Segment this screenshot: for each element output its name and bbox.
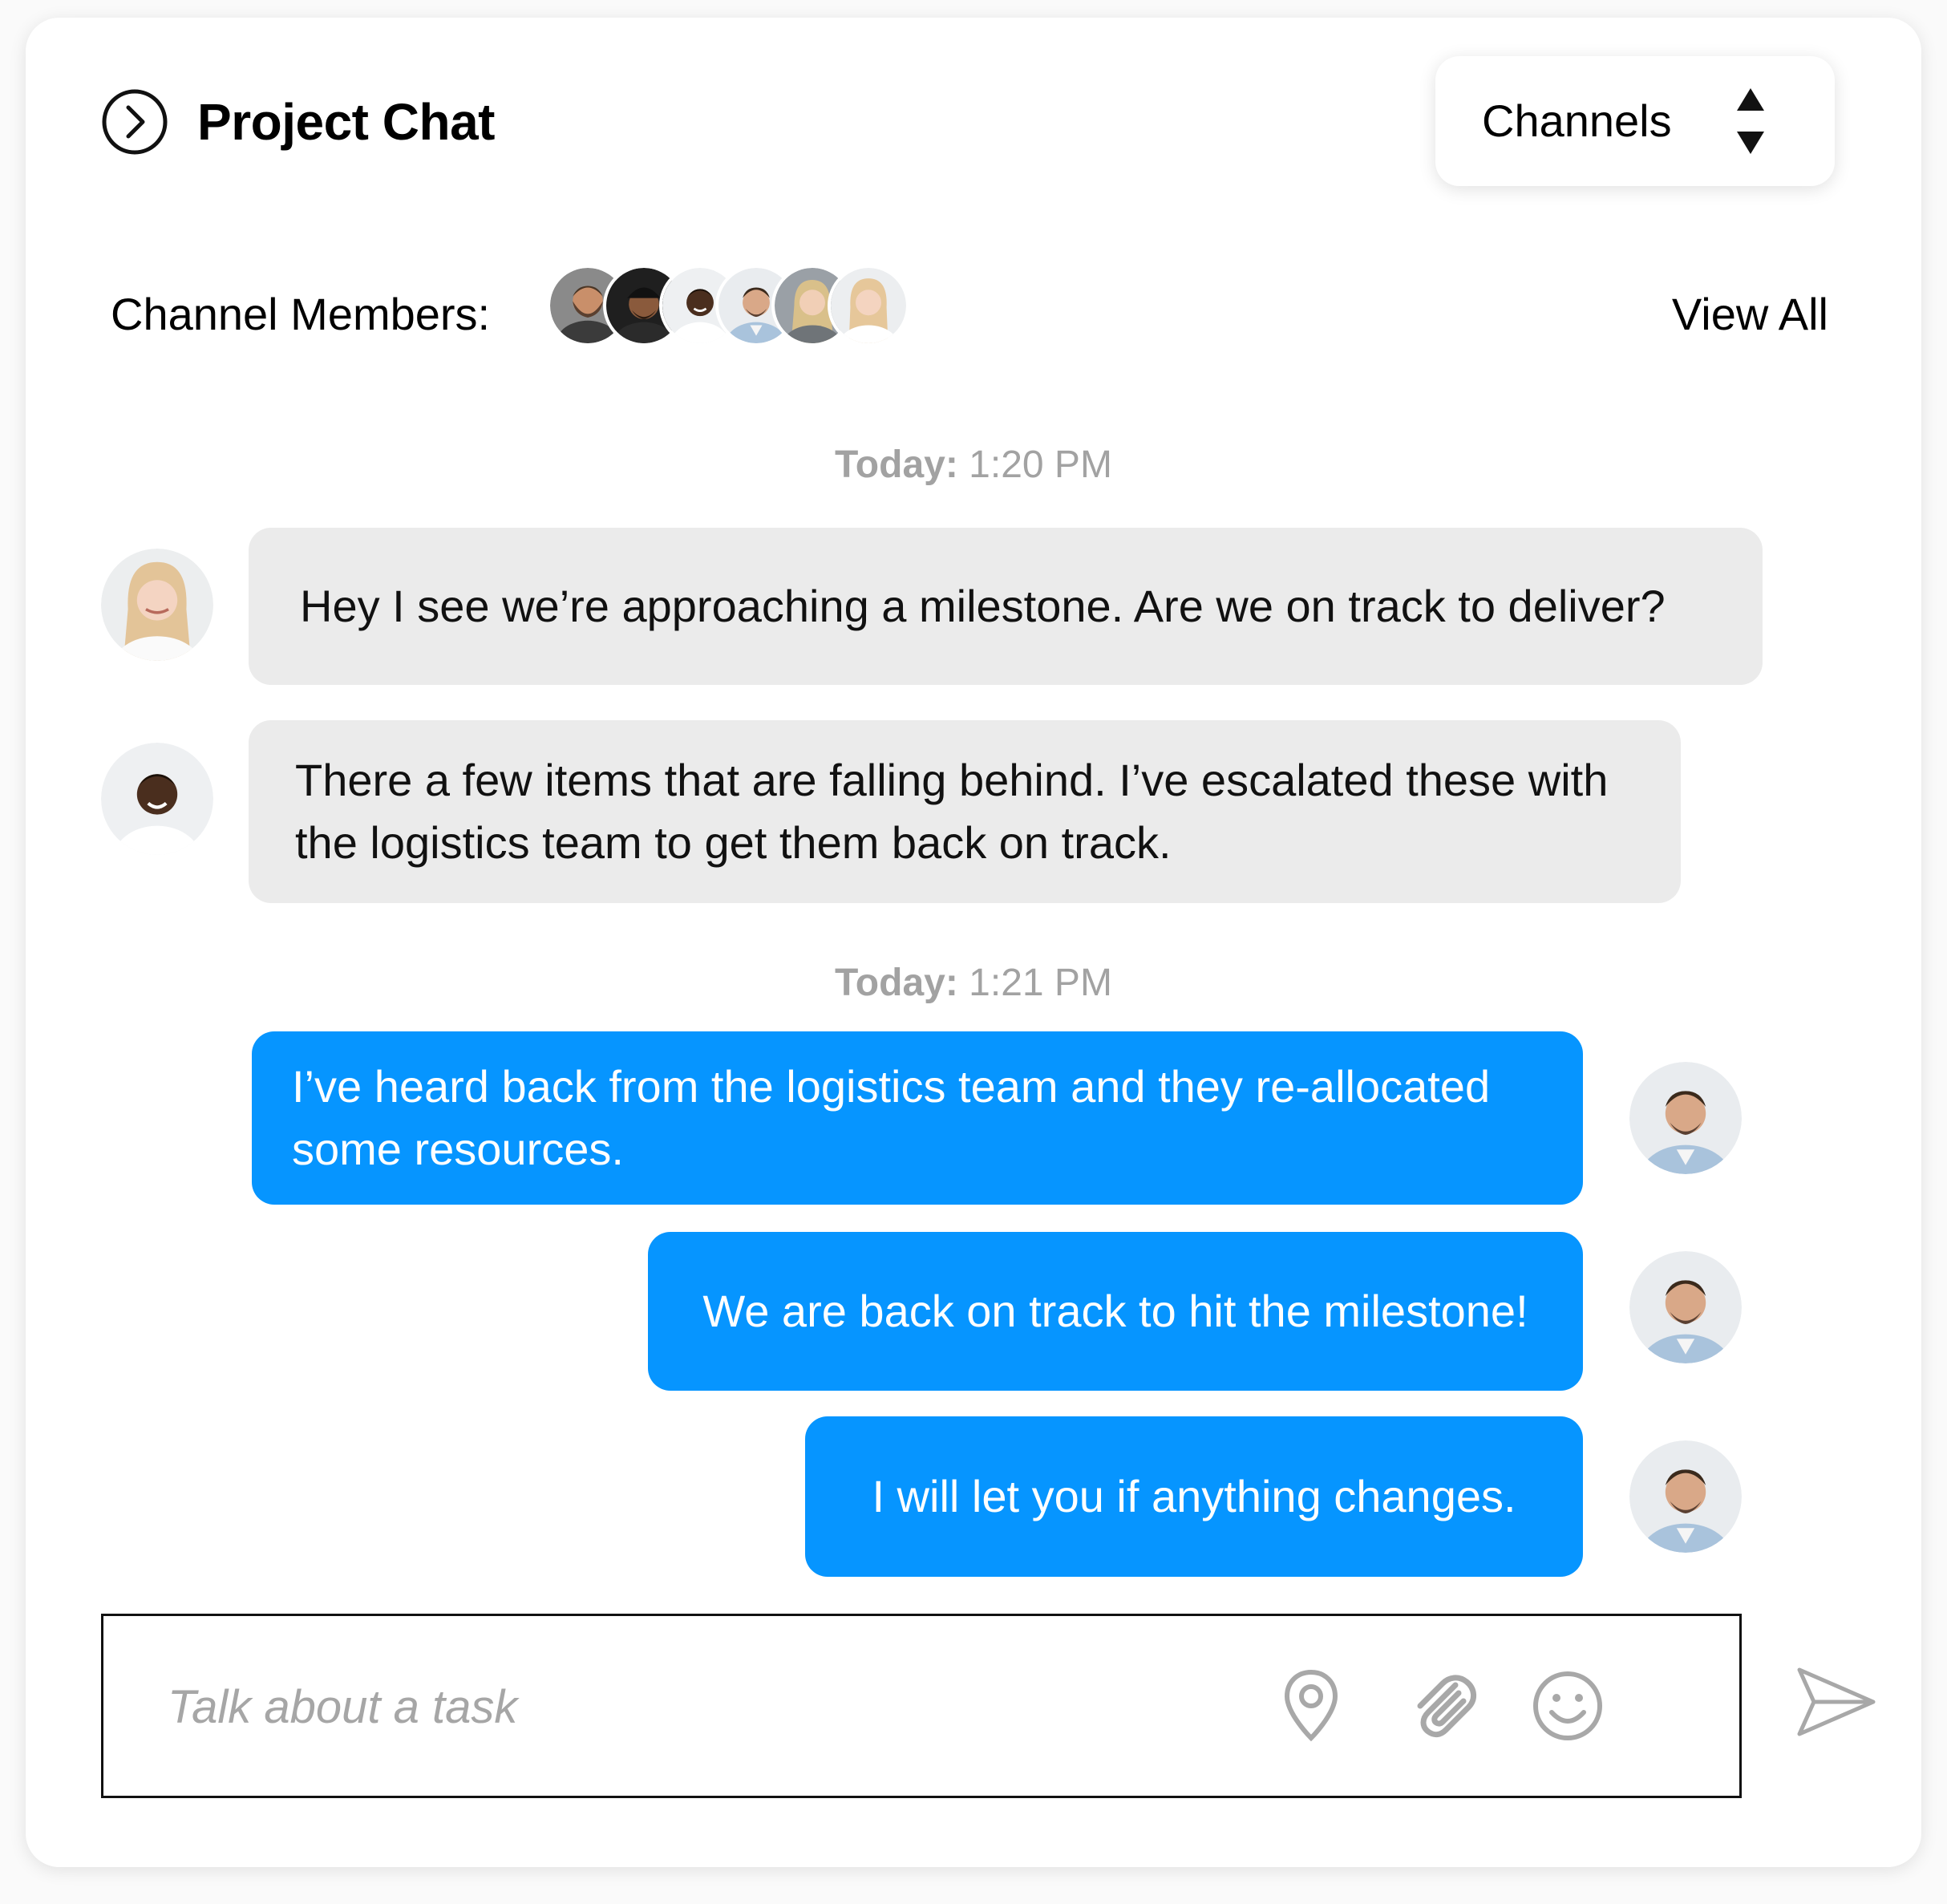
message-composer [101,1614,1742,1798]
timestamp: Today: 1:20 PM [26,443,1921,487]
message-text: We are back on track to hit the mileston… [702,1286,1528,1336]
message-text: There a few items that are falling behin… [295,755,1609,868]
timestamp-prefix: Today: [835,444,958,486]
message-text: I will let you if anything changes. [872,1471,1516,1521]
woman-blonde-avatar[interactable] [101,549,213,661]
message-text: Hey I see we’re approaching a milestone.… [300,581,1666,631]
channel-members-label: Channel Members: [111,289,491,339]
channel-members-avatars[interactable] [547,265,932,346]
message-bubble-outgoing[interactable]: I’ve heard back from the logistics team … [252,1031,1583,1205]
timestamp-prefix: Today: [835,962,958,1004]
man-shirt-avatar[interactable] [1629,1251,1742,1363]
timestamp: Today: 1:21 PM [26,961,1921,1005]
message-bubble-incoming[interactable]: There a few items that are falling behin… [249,720,1681,903]
smiley-icon[interactable] [1523,1661,1613,1751]
send-icon[interactable] [1795,1660,1878,1744]
man-smile-avatar[interactable] [101,743,213,855]
message-bubble-outgoing[interactable]: We are back on track to hit the mileston… [648,1232,1583,1391]
chat-panel: Project Chat Channels Channel Members: V… [26,18,1921,1867]
channels-dropdown[interactable]: Channels [1435,56,1835,186]
message-bubble-outgoing[interactable]: I will let you if anything changes. [805,1416,1583,1577]
location-pin-icon[interactable] [1266,1661,1356,1751]
woman-fair-avatar [828,265,909,346]
timestamp-time: 1:20 PM [969,444,1112,486]
sort-arrows-icon [1737,88,1764,154]
channels-label: Channels [1482,95,1672,146]
page-title: Project Chat [197,93,495,151]
message-bubble-incoming[interactable]: Hey I see we’re approaching a milestone.… [249,528,1763,685]
message-input[interactable] [166,1616,1131,1797]
view-all-link[interactable]: View All [1672,274,1828,354]
chevron-right-circle-icon[interactable] [101,88,168,156]
man-shirt-avatar[interactable] [1629,1062,1742,1174]
man-shirt-avatar[interactable] [1629,1440,1742,1553]
timestamp-time: 1:21 PM [969,962,1112,1004]
message-text: I’ve heard back from the logistics team … [292,1061,1491,1174]
paperclip-icon[interactable] [1398,1661,1488,1751]
